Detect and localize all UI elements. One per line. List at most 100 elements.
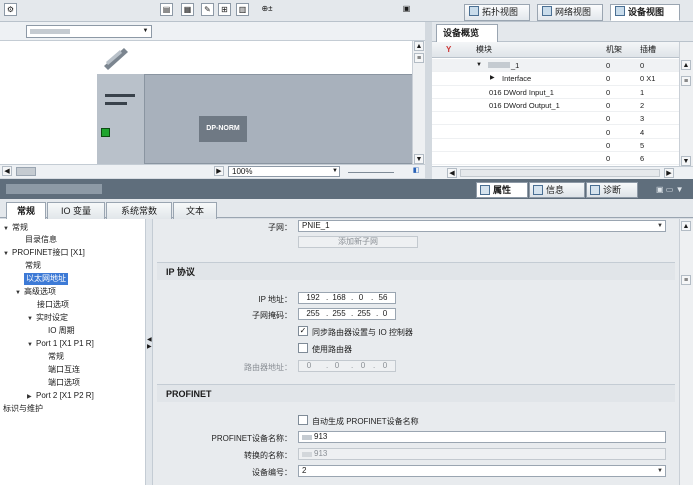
overview-hscrollbar[interactable]: ◀ ▶ — [432, 166, 693, 179]
overview-icon[interactable]: ▤ — [160, 3, 173, 16]
table-row[interactable]: 0 6 — [432, 152, 679, 166]
expand-icon[interactable]: ▼ — [476, 59, 482, 72]
properties-scrollbar[interactable]: ▲ ≡ — [679, 219, 693, 485]
tab-diagnostics[interactable]: 诊断 — [586, 182, 638, 198]
tree-item[interactable]: IO 周期 — [48, 325, 75, 337]
chevron-right-icon[interactable]: ▶ — [214, 166, 224, 176]
device-select-value — [30, 29, 70, 34]
tab-device-overview[interactable]: 设备概览 — [436, 24, 498, 42]
tab-properties[interactable]: 属性 — [476, 182, 528, 198]
device-icon — [615, 6, 625, 16]
chevron-down-icon[interactable]: ▼ — [414, 154, 424, 164]
router-address-field[interactable]: 0. 0. 0. 0 — [298, 360, 396, 372]
subnet-mask-field[interactable]: 255. 255. 255. 0 — [298, 308, 396, 320]
use-router-checkbox[interactable] — [298, 343, 308, 353]
tree-item-selected[interactable]: 以太网地址 — [24, 273, 68, 285]
collapse-icon[interactable]: ≡ — [681, 275, 691, 285]
tree-item[interactable]: ▼ 常规 — [3, 222, 28, 234]
scroll-thumb[interactable] — [16, 167, 36, 176]
topology-icon — [469, 6, 479, 16]
collapse-icon[interactable]: ≡ — [414, 53, 424, 63]
chevron-left-icon[interactable]: ◀ — [447, 168, 457, 178]
tree-item[interactable]: ▼ PROFINET接口 [X1] — [3, 247, 85, 259]
subnet-mask-label: 子网掩码： — [252, 311, 292, 320]
edit-icon[interactable]: ✎ — [201, 3, 214, 16]
subnet-label: 子网： — [268, 223, 292, 232]
subnet-select[interactable]: PNIE_1 ▼ — [298, 220, 666, 232]
tree-item[interactable]: 常规 — [25, 260, 41, 272]
tab-device-view[interactable]: 设备视图 — [610, 4, 680, 21]
module-dp-norm[interactable]: DP-NORM — [199, 116, 247, 142]
show-labels-icon[interactable]: ▦ — [181, 3, 194, 16]
tree-splitter[interactable]: ◀ ▶ — [146, 219, 153, 485]
device-number-select[interactable]: 2 ▼ — [298, 465, 666, 477]
table-row[interactable]: 016 DWord Output_1 0 2 — [432, 99, 679, 113]
head-module[interactable] — [97, 74, 145, 164]
window-controls-icon[interactable]: ▣ ▭ ▼ — [656, 185, 686, 194]
tree-item[interactable]: ▶ Port 2 [X1 P2 R] — [27, 390, 94, 402]
chevron-up-icon[interactable]: ▲ — [681, 221, 691, 231]
tree-item[interactable]: 接口选项 — [37, 299, 69, 311]
device-overview-table: Y 模块 机架 插槽 ▼ _1 0 0 ▶ Interface 0 0 X1 0… — [432, 42, 679, 166]
collapse-icon[interactable]: ≡ — [681, 76, 691, 86]
chevron-left-icon[interactable]: ◀ — [2, 166, 12, 176]
table-row[interactable]: 0 4 — [432, 126, 679, 139]
device-view-hscrollbar[interactable]: ◀ ▶ ◧ — [0, 164, 425, 178]
tab-network-view[interactable]: 网络视图 — [537, 4, 603, 21]
overview-scrollbar[interactable]: ▲ ≡ ▼ — [679, 42, 693, 166]
device-number-label: 设备编号： — [252, 468, 292, 477]
zoom-icon[interactable]: ⊕± — [256, 3, 278, 16]
chevron-up-icon[interactable]: ▲ — [681, 60, 691, 70]
rail-icon — [100, 44, 130, 70]
column-rack[interactable]: 机架 — [606, 42, 622, 57]
page-icon[interactable]: ▥ — [236, 3, 249, 16]
chevron-down-icon[interactable]: ▼ — [681, 156, 691, 166]
grid-icon[interactable]: ⊞ — [218, 3, 231, 16]
tree-item[interactable]: 端口选项 — [48, 377, 80, 389]
zoom-slider[interactable] — [348, 169, 394, 173]
section-profinet: PROFINET — [157, 384, 675, 402]
fit-view-icon[interactable]: ◧ — [411, 166, 421, 176]
scroll-thumb[interactable] — [460, 169, 660, 177]
tab-system-constants[interactable]: 系统常数 — [106, 202, 172, 219]
add-subnet-button[interactable]: 添加新子网 — [298, 236, 418, 248]
chevron-right-icon[interactable]: ▶ — [664, 168, 674, 178]
sync-router-checkbox[interactable]: ✓ — [298, 326, 308, 336]
auto-name-checkbox[interactable] — [298, 415, 308, 425]
device-name-field[interactable]: 913 — [298, 431, 666, 443]
head-module-bar — [105, 94, 135, 97]
device-tree-icon[interactable]: ⚙ — [4, 3, 17, 16]
profinet-port-icon[interactable] — [101, 128, 110, 137]
ip-address-field[interactable]: 192. 168. 0. 56 — [298, 292, 396, 304]
column-module[interactable]: 模块 — [476, 42, 492, 57]
filter-icon[interactable]: Y — [446, 42, 451, 57]
expand-icon[interactable]: ▶ — [490, 72, 495, 85]
table-row[interactable]: 016 DWord Input_1 0 1 — [432, 86, 679, 99]
table-row[interactable]: 0 3 — [432, 112, 679, 126]
tab-topology-view[interactable]: 拓扑视图 — [464, 4, 530, 21]
zoom-select[interactable]: 100% ▼ — [228, 166, 340, 177]
tree-item[interactable]: ▼ Port 1 [X1 P1 R] — [27, 338, 94, 350]
chevron-up-icon[interactable]: ▲ — [414, 41, 424, 51]
device-view-scrollbar[interactable]: ▲ ≡ ▼ — [412, 41, 425, 164]
tree-item[interactable]: 标识与维护 — [3, 403, 43, 415]
tree-item[interactable]: 端口互连 — [48, 364, 80, 376]
sync-router-label: 同步路由器设置与 IO 控制器 — [312, 328, 413, 337]
tab-texts[interactable]: 文本 — [173, 202, 217, 219]
layout-icon[interactable]: ▣ — [400, 3, 413, 16]
splitter-arrows-icon[interactable]: ◀ ▶ — [147, 337, 152, 351]
device-select[interactable]: ▼ — [26, 25, 152, 38]
chevron-down-icon: ▼ — [142, 28, 149, 34]
tab-general[interactable]: 常规 — [6, 202, 46, 219]
table-row[interactable]: 0 5 — [432, 139, 679, 153]
tree-item[interactable]: 目录信息 — [25, 234, 57, 246]
tree-item[interactable]: ▼ 高级选项 — [15, 286, 56, 298]
table-row[interactable]: ▼ _1 0 0 — [432, 59, 679, 73]
tab-info[interactable]: 信息 — [529, 182, 585, 198]
view-splitter[interactable] — [425, 22, 432, 179]
tree-item[interactable]: ▼ 实时设定 — [27, 312, 68, 324]
tab-io-tags[interactable]: IO 变量 — [47, 202, 105, 219]
column-slot[interactable]: 插槽 — [640, 42, 656, 57]
tree-item[interactable]: 常规 — [48, 351, 64, 363]
table-row[interactable]: ▶ Interface 0 0 X1 — [432, 72, 679, 86]
